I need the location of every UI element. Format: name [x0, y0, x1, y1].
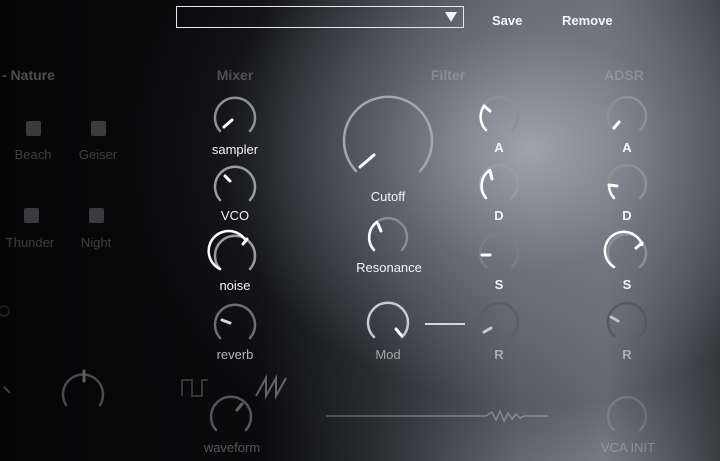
- vca-init-label: VCA INIT: [600, 440, 656, 455]
- cutoff-label: Cutoff: [370, 189, 406, 204]
- filter-sustain-knob[interactable]: [476, 232, 522, 273]
- nature-label-geiser: Geiser: [78, 147, 118, 162]
- sampler-label: sampler: [211, 142, 259, 157]
- noise-knob[interactable]: [207, 229, 260, 275]
- nature-title: - Nature: [2, 67, 55, 83]
- filter-release-knob[interactable]: [476, 301, 522, 342]
- vco-knob[interactable]: [210, 164, 260, 206]
- sampler-knob[interactable]: [210, 95, 260, 137]
- mod-label: Mod: [375, 347, 401, 362]
- filter-release-label: R: [494, 347, 504, 362]
- nature-level-knob[interactable]: [0, 300, 14, 320]
- remove-button[interactable]: Remove: [562, 13, 613, 28]
- filter-decay-label: D: [494, 208, 504, 223]
- adsr-release-label: R: [622, 347, 632, 362]
- preset-select[interactable]: [176, 6, 464, 28]
- vca-init-knob[interactable]: [604, 395, 650, 436]
- filter-attack-knob[interactable]: [476, 95, 522, 136]
- adsr-attack-label: A: [622, 140, 632, 155]
- filter-sustain-label: S: [494, 277, 504, 292]
- adsr-attack-knob[interactable]: [604, 95, 650, 136]
- save-button[interactable]: Save: [492, 13, 522, 28]
- cutoff-knob[interactable]: [340, 95, 436, 179]
- adsr-title: ADSR: [604, 67, 644, 83]
- nature-button-geiser[interactable]: [91, 121, 106, 136]
- reverb-label: reverb: [216, 347, 254, 362]
- vco-label: VCO: [220, 208, 250, 223]
- mod-connector-line: [425, 323, 465, 325]
- nature-volume-knob[interactable]: [0, 365, 120, 415]
- filter-title: Filter: [430, 67, 466, 83]
- adsr-sustain-label: S: [622, 277, 632, 292]
- reverb-knob[interactable]: [210, 302, 260, 344]
- waveform-display: [326, 409, 548, 423]
- chevron-down-icon[interactable]: [445, 12, 457, 22]
- filter-decay-knob[interactable]: [476, 163, 522, 204]
- resonance-knob[interactable]: [364, 216, 412, 256]
- nature-label-beach: Beach: [14, 147, 52, 162]
- filter-attack-label: A: [494, 140, 504, 155]
- nature-button-night[interactable]: [89, 208, 104, 223]
- noise-label: noise: [219, 278, 251, 293]
- adsr-decay-label: D: [622, 208, 632, 223]
- nature-label-thunder: Thunder: [5, 235, 55, 250]
- nature-button-thunder[interactable]: [24, 208, 39, 223]
- mod-knob[interactable]: [364, 301, 412, 343]
- adsr-release-knob[interactable]: [604, 301, 650, 342]
- resonance-label: Resonance: [356, 260, 422, 275]
- adsr-sustain-knob[interactable]: [603, 230, 650, 273]
- waveform-knob[interactable]: [206, 392, 256, 436]
- nature-label-night: Night: [80, 235, 112, 250]
- waveform-label: waveform: [203, 440, 261, 455]
- nature-button-beach[interactable]: [26, 121, 41, 136]
- adsr-decay-knob[interactable]: [604, 163, 650, 204]
- mixer-title: Mixer: [216, 67, 254, 83]
